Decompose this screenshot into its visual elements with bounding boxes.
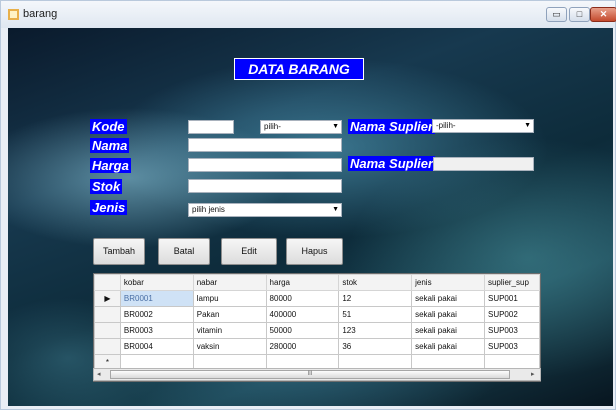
chevron-down-icon: ▼ [332,206,339,213]
column-header-nabar[interactable]: nabar [192,274,267,291]
cell-jenis[interactable]: sekali pakai [411,322,485,339]
label-stok: Stok [90,179,123,194]
page-title: DATA BARANG [234,58,364,80]
row-header[interactable] [94,338,121,355]
harga-input[interactable] [188,158,342,172]
label-nama: Nama [90,138,130,153]
suplier-combo[interactable]: -pilih- ▼ [432,119,534,133]
cell-nabar[interactable]: Pakan [192,306,267,323]
cell-kobar[interactable]: BR0003 [119,322,194,339]
table-row[interactable]: BR0004 vaksin 280000 36 sekali pakai SUP… [94,338,540,355]
cell-nabar[interactable]: vaksin [192,338,267,355]
tambah-button[interactable]: Tambah [93,238,145,265]
row-header[interactable] [94,306,121,323]
cell-suplier[interactable]: SUP001 [483,290,540,307]
table-row[interactable]: BR0003 vitamin 50000 123 sekali pakai SU… [94,322,540,339]
cell-kobar[interactable]: BR0002 [119,306,194,323]
stok-input[interactable] [188,179,342,193]
jenis-combo[interactable]: pilih jenis ▼ [188,203,342,217]
chevron-down-icon: ▼ [332,123,339,130]
scroll-right-icon[interactable]: ▸ [531,369,535,380]
label-nama-suplier: Nama Suplier [348,119,436,134]
app-window: barang ▭ □ ✕ DATA BARANG Kode Nama Harga… [0,0,616,410]
barang-data-grid[interactable]: kobar nabar harga stok jenis suplier_sup… [93,273,541,382]
cell-nabar[interactable]: lampu [192,290,267,307]
minimize-button[interactable]: ▭ [546,7,567,22]
table-row[interactable]: BR0002 Pakan 400000 51 sekali pakai SUP0… [94,306,540,323]
label-jenis: Jenis [90,200,128,215]
cell-jenis[interactable]: sekali pakai [411,290,485,307]
batal-button[interactable]: Batal [158,238,210,265]
cell-stok[interactable]: 12 [338,290,413,307]
row-header[interactable] [94,322,121,339]
app-icon [8,9,19,20]
column-header-suplier[interactable]: suplier_sup [483,274,540,291]
edit-button[interactable]: Edit [221,238,277,265]
suplier-name-output[interactable] [433,157,534,171]
hapus-button[interactable]: Hapus [286,238,343,265]
cell-suplier[interactable]: SUP003 [483,338,540,355]
cell-nabar[interactable]: vitamin [192,322,267,339]
cell-suplier[interactable]: SUP003 [483,322,540,339]
form-client-area: DATA BARANG Kode Nama Harga Stok Jenis N… [8,28,613,406]
cell-harga[interactable]: 280000 [265,338,340,355]
column-header-jenis[interactable]: jenis [411,274,485,291]
chevron-down-icon: ▼ [524,122,531,129]
scroll-left-icon[interactable]: ◂ [97,369,101,380]
row-header-corner [94,274,121,291]
cell-stok[interactable]: 123 [338,322,413,339]
cell-jenis[interactable]: sekali pakai [411,306,485,323]
label-nama-suplier-2: Nama Suplier [348,156,436,171]
grid-header-row: kobar nabar harga stok jenis suplier_sup [94,274,540,291]
suplier-combo-value: -pilih- [436,121,456,130]
table-row[interactable]: ▶ BR0001 lampu 80000 12 sekali pakai SUP… [94,290,540,307]
column-header-harga[interactable]: harga [265,274,340,291]
title-bar[interactable]: barang ▭ □ ✕ [1,1,616,28]
cell-stok[interactable]: 51 [338,306,413,323]
cell-harga[interactable]: 400000 [265,306,340,323]
column-header-stok[interactable]: stok [338,274,413,291]
column-header-kobar[interactable]: kobar [119,274,194,291]
cell-stok[interactable]: 36 [338,338,413,355]
cell-harga[interactable]: 50000 [265,322,340,339]
cell-jenis[interactable]: sekali pakai [411,338,485,355]
label-harga: Harga [90,158,131,173]
jenis-value: pilih jenis [192,205,225,214]
kode-input[interactable] [188,120,234,134]
horizontal-scrollbar[interactable]: ◂ III ▸ [93,368,541,381]
kode-pilih-value: pilih- [264,122,281,131]
current-row-indicator[interactable]: ▶ [94,290,121,307]
nama-input[interactable] [188,138,342,152]
maximize-button[interactable]: □ [569,7,590,22]
cell-suplier[interactable]: SUP002 [483,306,540,323]
window-title: barang [23,8,58,20]
close-button[interactable]: ✕ [590,7,616,22]
kode-pilih-combo[interactable]: pilih- ▼ [260,120,342,134]
label-kode: Kode [90,119,127,134]
scroll-thumb[interactable]: III [110,370,510,379]
cell-kobar[interactable]: BR0001 [119,290,194,307]
cell-harga[interactable]: 80000 [265,290,340,307]
cell-kobar[interactable]: BR0004 [119,338,194,355]
